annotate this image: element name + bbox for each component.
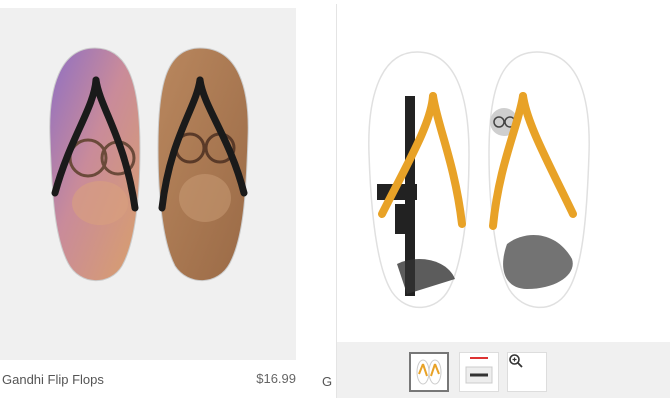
gandhi-flip-flops-image bbox=[49, 47, 249, 282]
flip-flop-side-thumbnail-icon bbox=[465, 357, 493, 384]
product-title[interactable]: Gandhi Flip Flops bbox=[2, 372, 104, 387]
product-title-partial[interactable]: G bbox=[322, 374, 332, 389]
thumbnail-front[interactable] bbox=[409, 352, 449, 392]
rifle-gandhi-flip-flops-image bbox=[368, 51, 590, 309]
product-price: $16.99 bbox=[256, 371, 296, 386]
product-image-left[interactable] bbox=[0, 8, 296, 360]
product-image-right[interactable] bbox=[336, 4, 670, 398]
flip-flop-thumbnail-icon bbox=[416, 359, 442, 385]
zoom-icon bbox=[508, 353, 546, 391]
thumbnail-side[interactable] bbox=[459, 352, 499, 392]
thumbnail-strip bbox=[337, 342, 670, 398]
thumbnail-zoom[interactable] bbox=[507, 352, 547, 392]
